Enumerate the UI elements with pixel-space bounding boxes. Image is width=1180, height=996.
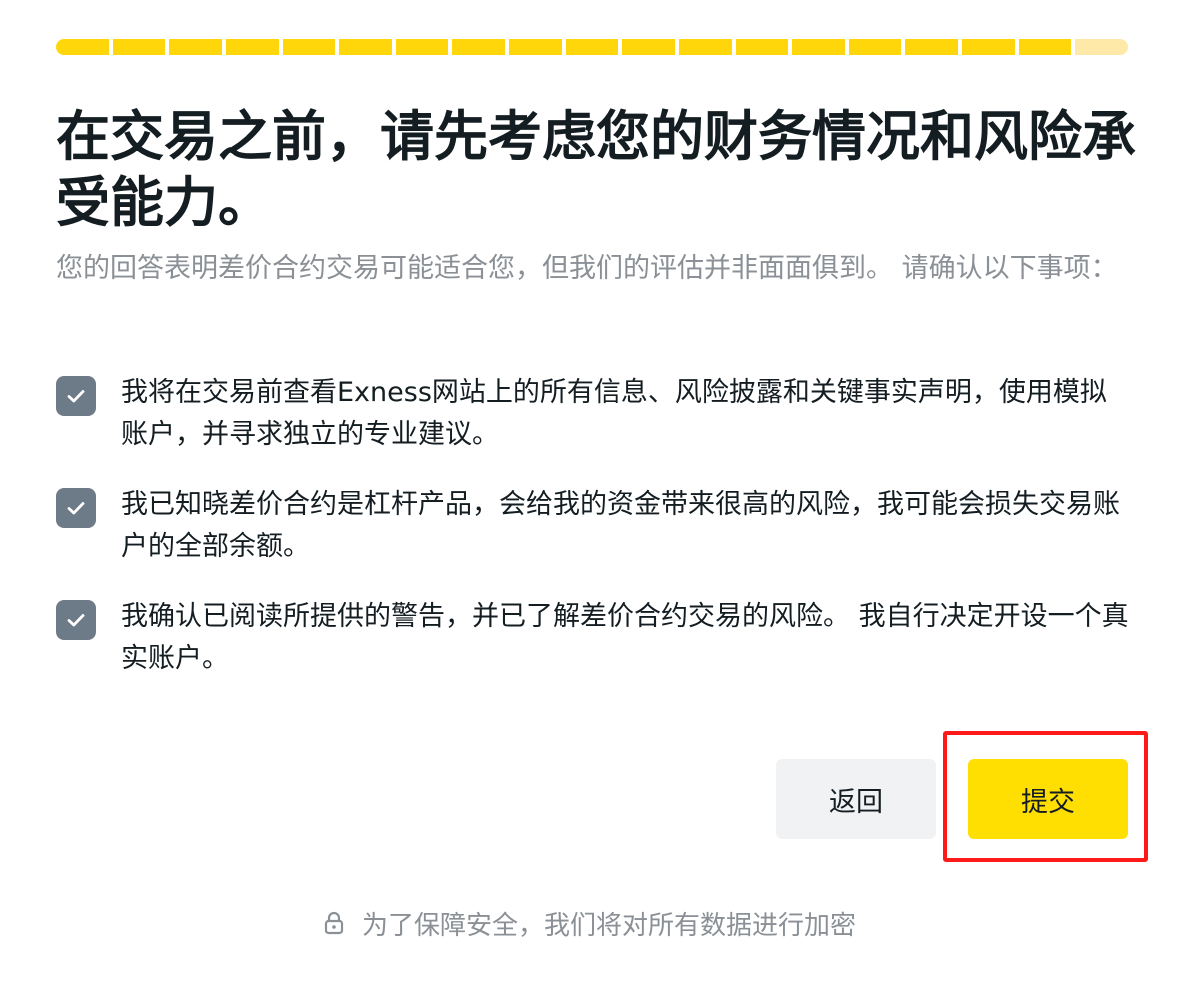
progress-segment xyxy=(848,39,902,55)
page-title: 在交易之前，请先考虑您的财务情况和风险承受能力。 xyxy=(56,105,1136,234)
progress-segment xyxy=(565,39,619,55)
security-note-text: 为了保障安全，我们将对所有数据进行加密 xyxy=(361,910,856,941)
progress-segment xyxy=(792,39,845,55)
progress-segment xyxy=(169,39,222,55)
progress-segment xyxy=(1018,39,1072,55)
back-button[interactable]: 返回 xyxy=(776,759,936,839)
checklist-item-text: 我已知晓差价合约是杠杆产品，会给我的资金带来很高的风险，我可能会损失交易账户的全… xyxy=(121,489,1120,562)
checklist-item-text: 我确认已阅读所提供的警告，并已了解差价合约交易的风险。 我自行决定开设一个真实账… xyxy=(121,601,1129,674)
progress-segment xyxy=(509,39,562,55)
risk-acknowledgement-page: 在交易之前，请先考虑您的财务情况和风险承受能力。 您的回答表明差价合约交易可能适… xyxy=(0,0,1180,996)
lock-icon xyxy=(324,911,344,935)
checklist-item[interactable]: 我将在交易前查看Exness网站上的所有信息、风险披露和关键事实声明，使用模拟账… xyxy=(56,372,1131,462)
progress-segment xyxy=(622,39,675,55)
checklist-item[interactable]: 我已知晓差价合约是杠杆产品，会给我的资金带来很高的风险，我可能会损失交易账户的全… xyxy=(56,484,1131,574)
checkmark-icon xyxy=(67,614,85,627)
checkmark-icon xyxy=(67,502,85,515)
checklist-item-text: 我将在交易前查看Exness网站上的所有信息、风险披露和关键事实声明，使用模拟账… xyxy=(121,377,1107,450)
progress-segment xyxy=(905,39,958,55)
progress-segment xyxy=(735,39,789,55)
submit-highlight-frame xyxy=(943,731,1148,862)
progress-segment xyxy=(678,39,732,55)
progress-segment xyxy=(112,39,166,55)
progress-segment xyxy=(395,39,449,55)
progress-segment xyxy=(56,39,109,55)
progress-segment xyxy=(1075,39,1128,55)
security-note: 为了保障安全，我们将对所有数据进行加密 xyxy=(0,903,1180,943)
checkmark-icon xyxy=(67,390,85,403)
progress-segment xyxy=(339,39,392,55)
checkbox-checked[interactable] xyxy=(56,600,96,640)
progress-segment xyxy=(962,39,1015,55)
progress-bar xyxy=(56,39,1128,55)
checklist-item[interactable]: 我确认已阅读所提供的警告，并已了解差价合约交易的风险。 我自行决定开设一个真实账… xyxy=(56,596,1131,686)
progress-segment xyxy=(452,39,505,55)
progress-segment xyxy=(225,39,279,55)
progress-segment xyxy=(282,39,336,55)
checkbox-checked[interactable] xyxy=(56,376,96,416)
checkbox-checked[interactable] xyxy=(56,488,96,528)
page-subtitle: 您的回答表明差价合约交易可能适合您，但我们的评估并非面面俱到。 请确认以下事项： xyxy=(56,253,1118,284)
